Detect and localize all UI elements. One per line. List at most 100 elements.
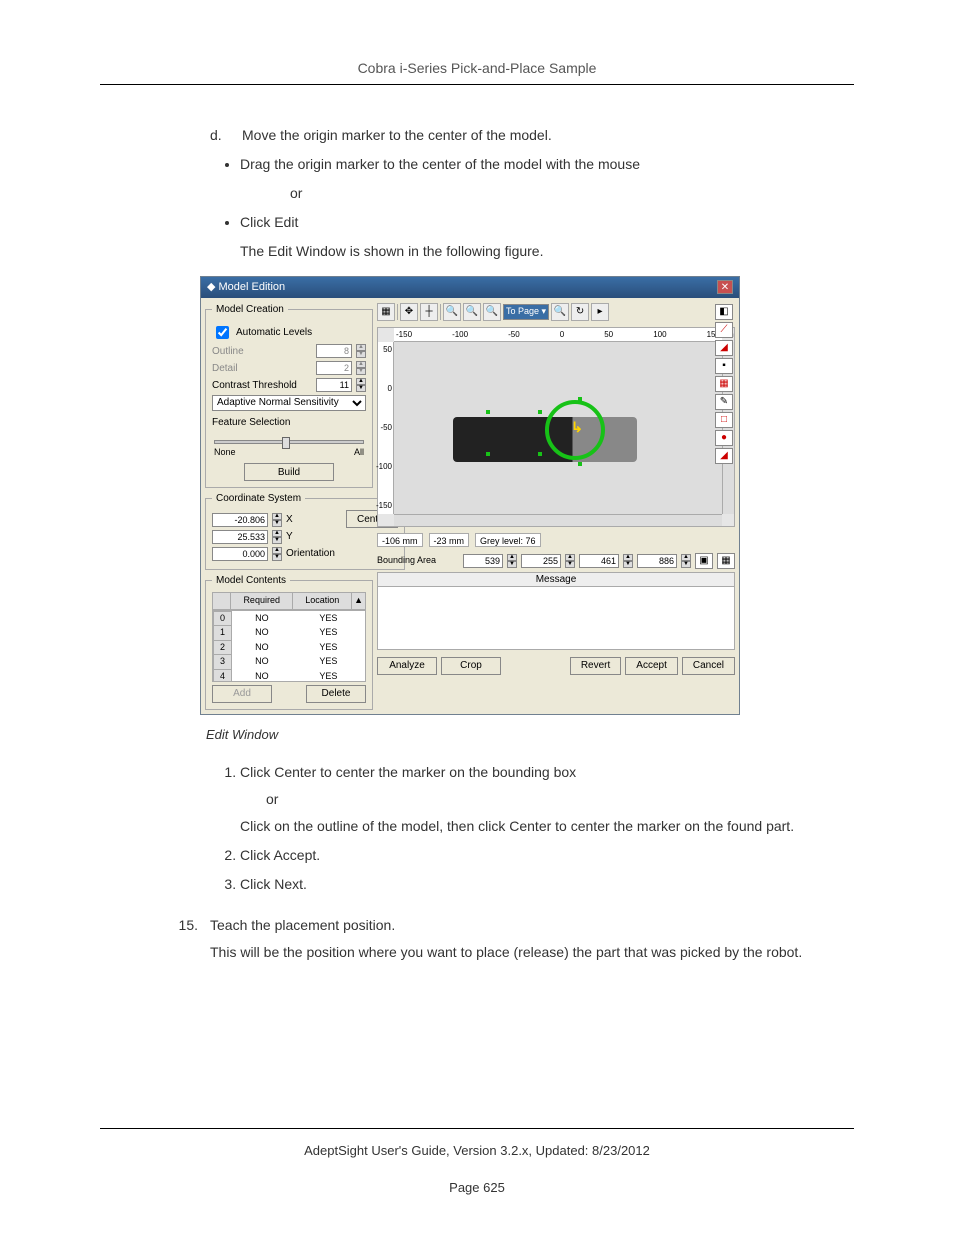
palette-grid-icon[interactable]: ▦ <box>715 376 733 392</box>
table-row[interactable]: 1NOYES <box>214 626 365 641</box>
outline-label: Outline <box>212 344 312 359</box>
sensitivity-select[interactable]: Adaptive Normal Sensitivity <box>212 395 366 411</box>
origin-marker-icon[interactable]: ↳ <box>571 417 583 438</box>
palette-pencil-icon[interactable]: ✎ <box>715 394 733 410</box>
contrast-label: Contrast Threshold <box>212 378 312 393</box>
close-icon[interactable]: ✕ <box>717 280 733 294</box>
build-button[interactable]: Build <box>244 463 334 481</box>
coord-y-spinner[interactable]: ▲▼ <box>272 530 282 544</box>
step-15: 15. Teach the placement position. This w… <box>170 915 854 969</box>
palette-angle-icon[interactable]: ◢ <box>715 448 733 464</box>
step-15-body: This will be the position where you want… <box>210 942 802 963</box>
model-viewer[interactable]: mm -150-100-50050100150 500-50-100-150 ↳ <box>377 327 735 527</box>
automatic-levels-label: Automatic Levels <box>236 325 366 340</box>
message-header: Message <box>378 573 734 587</box>
titlebar[interactable]: ◆ Model Edition ✕ <box>201 277 739 298</box>
page-number: Page 625 <box>100 1180 854 1195</box>
coord-o-input[interactable]: 0.000 <box>212 547 268 561</box>
detail-spinner: ▲▼ <box>356 361 366 375</box>
viewer-canvas[interactable]: ↳ <box>394 342 722 514</box>
numbered-substeps: Click Center to center the marker on the… <box>240 762 854 895</box>
ba-icon-1[interactable]: ▣ <box>695 553 713 569</box>
ba-v4[interactable]: 886 <box>637 554 677 568</box>
zoom-region-icon[interactable]: 🔍 <box>551 303 569 321</box>
substep-2: Click Accept. <box>240 845 854 866</box>
feature-slider[interactable] <box>214 440 364 444</box>
palette-red-line-icon[interactable]: ⟋ <box>715 322 733 338</box>
ba-v1-spin[interactable]: ▲▼ <box>507 554 517 568</box>
status-bar: -106 mm -23 mm Grey level: 76 <box>377 533 735 547</box>
ba-v3[interactable]: 461 <box>579 554 619 568</box>
table-row[interactable]: 4NOYES <box>214 669 365 682</box>
bullet-edit: Click Edit <box>240 212 854 233</box>
viewer-toolbar: ▦ ✥ ┼ 🔍 🔍 🔍 To Page ▾ 🔍 ↻ ▸ <box>377 302 735 322</box>
or-text-1: or <box>290 183 854 204</box>
coord-o-spinner[interactable]: ▲▼ <box>272 547 282 561</box>
substep-3: Click Next. <box>240 874 854 895</box>
coord-y-label: Y <box>286 529 342 544</box>
or-text-2: or <box>266 789 854 810</box>
contrast-spinner[interactable]: ▲▼ <box>356 378 366 392</box>
coord-legend: Coordinate System <box>212 491 305 506</box>
revert-button[interactable]: Revert <box>570 657 621 675</box>
contents-table[interactable]: 0NOYES1NOYES2NOYES3NOYES4NOYES5NOYES6NOY… <box>212 610 366 682</box>
tool-pan-icon[interactable]: ✥ <box>400 303 418 321</box>
cancel-button[interactable]: Cancel <box>682 657 735 675</box>
outline-spinner: ▲▼ <box>356 344 366 358</box>
contrast-value[interactable]: 11 <box>316 378 352 392</box>
crop-button[interactable]: Crop <box>441 657 501 675</box>
edit-window-intro: The Edit Window is shown in the followin… <box>240 241 854 262</box>
edit-window-dialog: ◆ Model Edition ✕ Model Creation Automat… <box>200 276 740 715</box>
analyze-button[interactable]: Analyze <box>377 657 437 675</box>
table-row[interactable]: 2NOYES <box>214 640 365 655</box>
detail-label: Detail <box>212 361 312 376</box>
substep-1: Click Center to center the marker on the… <box>240 762 854 837</box>
status-grey: Grey level: 76 <box>475 533 541 547</box>
palette-select-icon[interactable]: ▪ <box>715 358 733 374</box>
palette-circle-icon[interactable]: ● <box>715 430 733 446</box>
coord-y-input[interactable]: 25.533 <box>212 530 268 544</box>
delete-button[interactable]: Delete <box>306 685 366 703</box>
table-row[interactable]: 3NOYES <box>214 655 365 670</box>
automatic-levels-checkbox[interactable] <box>216 326 229 339</box>
ba-v4-spin[interactable]: ▲▼ <box>681 554 691 568</box>
zoom-select[interactable]: To Page ▾ <box>503 304 549 320</box>
tool-crosshair-icon[interactable]: ┼ <box>420 303 438 321</box>
coord-o-label: Orientation <box>286 546 342 561</box>
footer-text: AdeptSight User's Guide, Version 3.2.x, … <box>100 1143 854 1158</box>
coord-x-input[interactable]: -20.806 <box>212 513 268 527</box>
palette-square-icon[interactable]: □ <box>715 412 733 428</box>
ba-v3-spin[interactable]: ▲▼ <box>623 554 633 568</box>
zoom-out-icon[interactable]: 🔍 <box>463 303 481 321</box>
model-creation-legend: Model Creation <box>212 302 288 317</box>
feature-selection-label: Feature Selection <box>212 415 366 430</box>
zoom-fit-icon[interactable]: 🔍 <box>483 303 501 321</box>
ba-icon-2[interactable]: ▦ <box>717 553 735 569</box>
zoom-in-icon[interactable]: 🔍 <box>443 303 461 321</box>
tool-grid-icon[interactable]: ▦ <box>377 303 395 321</box>
table-row[interactable]: 0NOYES <box>214 611 365 626</box>
substep-1b: Click on the outline of the model, then … <box>240 816 854 837</box>
ba-v2[interactable]: 255 <box>521 554 561 568</box>
status-x: -106 mm <box>377 533 423 547</box>
palette-red-tri-icon[interactable]: ◢ <box>715 340 733 356</box>
step-15-title: Teach the placement position. <box>210 915 802 936</box>
step-d-text: Move the origin marker to the center of … <box>242 125 552 146</box>
viewer-scrollbar-h[interactable] <box>394 514 722 526</box>
slider-all-label: All <box>354 446 364 460</box>
refresh-icon[interactable]: ↻ <box>571 303 589 321</box>
ba-v2-spin[interactable]: ▲▼ <box>565 554 575 568</box>
tool-palette: ◧ ⟋ ◢ ▪ ▦ ✎ □ ● ◢ <box>715 304 733 464</box>
coord-x-spinner[interactable]: ▲▼ <box>272 513 282 527</box>
palette-toggle-icon[interactable]: ◧ <box>715 304 733 320</box>
ruler-vertical: 500-50-100-150 <box>378 342 394 514</box>
accept-button[interactable]: Accept <box>625 657 678 675</box>
pointer-icon[interactable]: ▸ <box>591 303 609 321</box>
bounding-area-row: Bounding Area 539▲▼ 255▲▼ 461▲▼ 886▲▼ ▣ … <box>377 553 735 569</box>
bullet-drag: Drag the origin marker to the center of … <box>240 154 854 175</box>
ba-v1[interactable]: 539 <box>463 554 503 568</box>
bounding-label: Bounding Area <box>377 554 436 568</box>
page-header-title: Cobra i-Series Pick-and-Place Sample <box>100 60 854 76</box>
slider-none-label: None <box>214 446 236 460</box>
step-d-label: d. <box>210 125 228 146</box>
